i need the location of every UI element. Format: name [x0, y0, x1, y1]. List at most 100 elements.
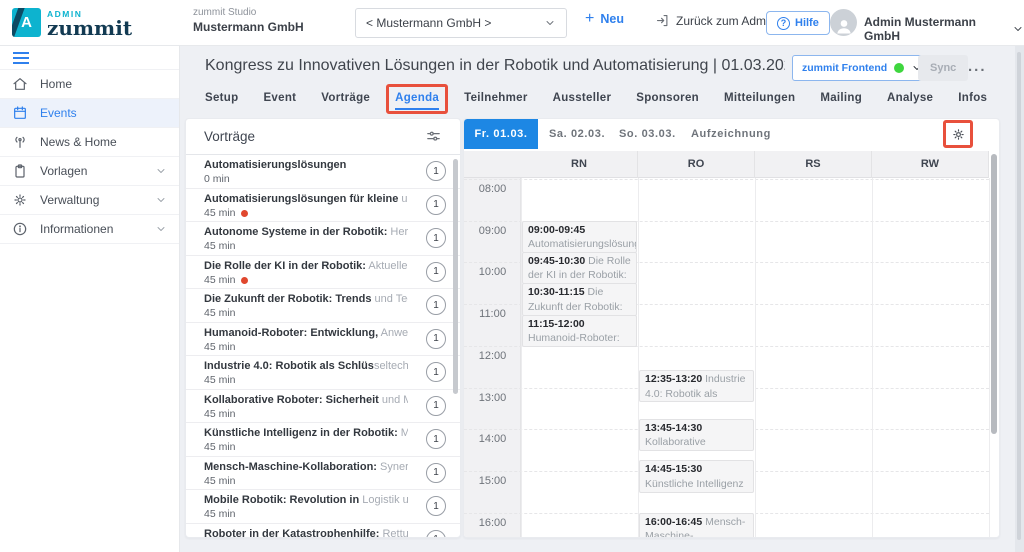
tab-agenda[interactable]: Agenda — [395, 91, 439, 106]
user-menu[interactable]: Admin Mustermann GmbH — [864, 15, 1024, 43]
talk-list-item[interactable]: Automatisierungslösungen0 min1 — [186, 155, 460, 189]
tab-mailing[interactable]: Mailing — [820, 91, 862, 106]
window-scrollbar[interactable] — [1015, 46, 1024, 552]
studio-label: zummit Studio — [193, 7, 304, 18]
agenda-event[interactable]: 13:45-14:30 Kollaborative Roboter: — [639, 419, 754, 451]
day-tab-aufzeichnung[interactable]: Aufzeichnung — [691, 119, 771, 149]
agenda-event[interactable]: 11:15-12:00 Humanoid-Roboter: Entwicklun… — [522, 315, 637, 347]
talk-list-item[interactable]: Industrie 4.0: Robotik als Schlüsseltech… — [186, 356, 460, 390]
talk-title-main: Roboter in der Katastrophenhilfe: — [204, 528, 379, 539]
talk-duration: 45 min — [204, 441, 408, 454]
talk-list-item[interactable]: Roboter in der Katastrophenhilfe: Rettun… — [186, 524, 460, 539]
frontend-button[interactable]: zummit Frontend — [792, 55, 933, 81]
agenda-event[interactable]: 09:45-10:30 Die Rolle der KI in der Robo… — [522, 252, 637, 284]
sidebar-item-events[interactable]: Events — [0, 99, 179, 128]
agenda-event[interactable]: 14:45-15:30 Künstliche Intelligenz in de… — [639, 460, 754, 492]
talk-list-item[interactable]: Automatisierungslösungen für kleine und … — [186, 189, 460, 223]
more-options-button[interactable]: ... — [968, 58, 987, 75]
tab-label: Teilnehmer — [464, 92, 528, 104]
talk-duration: 45 min — [204, 207, 408, 220]
tab-label: Mitteilungen — [724, 92, 795, 104]
app-logo[interactable]: A ADMIN zummit — [12, 8, 132, 38]
tab-mitteilungen[interactable]: Mitteilungen — [724, 91, 795, 106]
talk-list-item[interactable]: Künstliche Intelligenz in der Robotik: M… — [186, 423, 460, 457]
sidebar-item-verwaltung[interactable]: Verwaltung — [0, 186, 179, 215]
organization-select-value: < Mustermann GmbH > — [366, 16, 491, 30]
tab-setup[interactable]: Setup — [205, 91, 238, 106]
avatar[interactable] — [830, 9, 857, 36]
room-header-row: RNRORSRW — [464, 151, 989, 178]
sidebar-item-label: Verwaltung — [40, 193, 99, 207]
talk-list-item[interactable]: Mensch-Maschine-Kollaboration: Synergiep… — [186, 457, 460, 491]
talk-title: Mobile Robotik: Revolution in Logistik u… — [204, 494, 408, 507]
window-scrollbar-thumb[interactable] — [1017, 52, 1021, 540]
active-tab-underline — [395, 108, 439, 110]
sidebar-item-news-home[interactable]: News & Home — [0, 128, 179, 157]
organization-select[interactable]: < Mustermann GmbH > — [355, 8, 567, 38]
filter-button[interactable] — [425, 128, 442, 145]
tab-sponsoren[interactable]: Sponsoren — [636, 91, 699, 106]
calendar-scrollbar[interactable] — [991, 154, 997, 434]
home-icon — [12, 76, 28, 92]
agenda-event[interactable]: 09:00-09:45 Automatisierungslösung — [522, 221, 637, 253]
day-tab-sa-02-03[interactable]: Sa. 02.03. — [549, 119, 605, 149]
talk-list-item[interactable]: Mobile Robotik: Revolution in Logistik u… — [186, 490, 460, 524]
tab-label: Agenda — [395, 92, 439, 104]
talk-list-item[interactable]: Kollaborative Roboter: Sicherheit und Me… — [186, 390, 460, 424]
event-time: 10:30-11:15 — [528, 286, 585, 298]
talk-list-item[interactable]: Die Zukunft der Robotik: Trends und Tech… — [186, 289, 460, 323]
chevron-down-icon — [155, 223, 167, 235]
help-button[interactable]: ? Hilfe — [766, 11, 830, 35]
sidebar-item-informationen[interactable]: Informationen — [0, 215, 179, 244]
agenda-event[interactable]: 10:30-11:15 Die Zukunft der Robotik: Tre… — [522, 283, 637, 315]
gear-icon[interactable] — [951, 127, 966, 142]
talks-scrollbar[interactable] — [453, 159, 458, 394]
talk-title-main: Mensch-Maschine-Kollaboration: — [204, 461, 377, 473]
tab-analyse[interactable]: Analyse — [887, 91, 933, 106]
talk-duration: 45 min — [204, 307, 408, 320]
sidebar-item-label: News & Home — [40, 135, 117, 149]
logout-icon — [655, 13, 670, 28]
room-column-header-rs: RS — [755, 151, 872, 178]
day-tab-fr-01-03[interactable]: Fr. 01.03. — [464, 119, 538, 149]
tab-teilnehmer[interactable]: Teilnehmer — [464, 91, 528, 106]
agenda-event[interactable]: 16:00-16:45 Mensch-Maschine-Kollaboratio… — [639, 513, 754, 537]
agenda-event[interactable]: 12:35-13:20 Industrie 4.0: Robotik als — [639, 370, 754, 402]
talk-list-item[interactable]: Die Rolle der KI in der Robotik: Aktuell… — [186, 256, 460, 290]
talk-title-main: Mobile Robotik: Revolution in — [204, 494, 359, 506]
talk-count-badge: 1 — [426, 396, 446, 416]
hamburger-icon — [13, 52, 29, 64]
tab-event[interactable]: Event — [263, 91, 296, 106]
tab-vortr-ge[interactable]: Vorträge — [321, 91, 370, 106]
talk-title: Industrie 4.0: Robotik als Schlüsseltech… — [204, 360, 408, 373]
talk-title: Die Rolle der KI in der Robotik: Aktuell… — [204, 260, 408, 273]
back-to-admin-button[interactable]: Zurück zum Admin — [655, 13, 775, 28]
new-button[interactable]: + Neu — [585, 12, 624, 26]
sidebar-item-home[interactable]: Home — [0, 70, 179, 99]
studio-info: zummit Studio Mustermann GmbH — [193, 7, 304, 34]
event-time: 11:15-12:00 — [528, 318, 585, 330]
sidebar-item-vorlagen[interactable]: Vorlagen — [0, 157, 179, 186]
day-tab-so-03-03[interactable]: So. 03.03. — [619, 119, 676, 149]
talks-panel-title: Vorträge — [204, 129, 255, 144]
sync-button[interactable]: Sync — [918, 55, 968, 81]
tab-label: Sponsoren — [636, 92, 699, 104]
talk-duration: 45 min — [204, 508, 408, 521]
calendar-icon — [12, 105, 28, 121]
tab-aussteller[interactable]: Aussteller — [553, 91, 612, 106]
tab-infos[interactable]: Infos — [958, 91, 987, 106]
sidebar: HomeEvents News & Home Vorlagen Verwaltung I… — [0, 46, 180, 552]
chevron-down-icon — [155, 165, 167, 177]
talk-list-item[interactable]: Autonome Systeme in der Robotik: Herausf… — [186, 222, 460, 256]
talk-list-item[interactable]: Humanoid-Roboter: Entwicklung, Anwendun.… — [186, 323, 460, 357]
time-label: 14:00 — [464, 433, 521, 445]
frontend-button-label: zummit Frontend — [802, 62, 887, 74]
talk-title-subtitle: und mi... — [398, 193, 408, 205]
tab-label: Analyse — [887, 92, 933, 104]
sidebar-collapse-button[interactable] — [0, 46, 179, 70]
talk-count-badge: 1 — [426, 530, 446, 539]
event-title: Künstliche Intelligenz in der — [645, 478, 744, 493]
talk-title: Automatisierungslösungen für kleine und … — [204, 193, 408, 206]
tab-label: Setup — [205, 92, 238, 104]
talk-duration-value: 45 min — [204, 475, 236, 488]
